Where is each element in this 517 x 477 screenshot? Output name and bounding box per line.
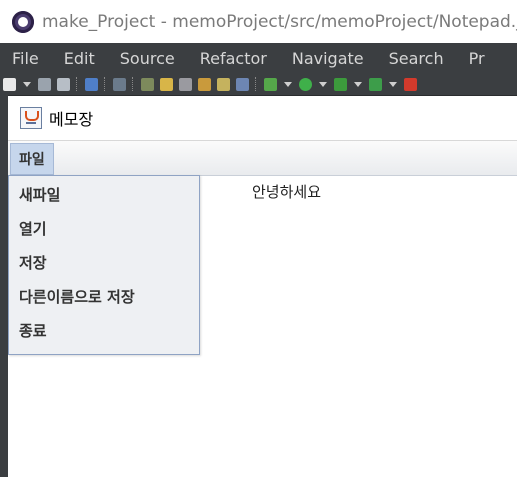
chevron-down-icon[interactable] bbox=[284, 81, 292, 87]
ide-menu-search[interactable]: Search bbox=[377, 49, 457, 68]
chevron-down-icon[interactable] bbox=[389, 81, 397, 87]
paragraph-icon[interactable] bbox=[236, 77, 249, 91]
toolbar-separator bbox=[255, 77, 258, 91]
chevron-down-icon[interactable] bbox=[319, 81, 327, 87]
menu-item-save[interactable]: 저장 bbox=[9, 246, 199, 280]
new-file-icon[interactable] bbox=[3, 77, 16, 91]
external-tools-icon[interactable] bbox=[369, 77, 382, 91]
terminal-icon[interactable] bbox=[85, 77, 98, 91]
people-icon[interactable] bbox=[179, 77, 192, 91]
stop-icon[interactable] bbox=[404, 77, 417, 91]
pen-icon[interactable] bbox=[160, 77, 173, 91]
menu-item-exit[interactable]: 종료 bbox=[9, 314, 199, 348]
menu-item-new-file[interactable]: 새파일 bbox=[9, 178, 199, 212]
ide-title-bar: make_Project - memoProject/src/memoProje… bbox=[0, 0, 517, 43]
ide-menu-bar: File Edit Source Refactor Navigate Searc… bbox=[0, 43, 517, 73]
file-menu-popup: 새파일 열기 저장 다른이름으로 저장 종료 bbox=[8, 175, 200, 355]
ide-menu-source[interactable]: Source bbox=[108, 49, 188, 68]
notepad-window-title: 메모장 bbox=[49, 110, 94, 129]
menu-item-save-as[interactable]: 다른이름으로 저장 bbox=[9, 280, 199, 314]
chevron-down-icon[interactable] bbox=[354, 81, 362, 87]
ide-window-title: make_Project - memoProject/src/memoProje… bbox=[42, 11, 517, 32]
toolbar-separator bbox=[104, 77, 107, 91]
chevron-down-icon[interactable] bbox=[23, 81, 31, 87]
java-class-icon[interactable] bbox=[141, 77, 154, 91]
toolbar-separator bbox=[132, 77, 135, 91]
eclipse-icon bbox=[12, 10, 34, 33]
open-type-icon[interactable] bbox=[198, 77, 211, 91]
ide-menu-file[interactable]: File bbox=[0, 49, 52, 68]
notepad-title-bar: 메모장 bbox=[8, 96, 517, 141]
text-area-content: 안녕하세요 bbox=[252, 183, 322, 201]
ide-menu-refactor[interactable]: Refactor bbox=[188, 49, 280, 68]
ide-toolbar bbox=[0, 73, 517, 96]
run-icon[interactable] bbox=[299, 77, 312, 91]
ide-menu-edit[interactable]: Edit bbox=[52, 49, 108, 68]
menu-file[interactable]: 파일 bbox=[10, 143, 54, 175]
ide-menu-project[interactable]: Pr bbox=[457, 49, 498, 68]
java-coffee-icon bbox=[20, 107, 42, 129]
skip-breakpoints-icon[interactable] bbox=[113, 77, 126, 91]
toolbar-separator bbox=[76, 77, 79, 91]
notepad-window: 메모장 파일 안녕하세요 새파일 열기 저장 다른이름으로 저장 종료 bbox=[8, 96, 517, 477]
document-icon[interactable] bbox=[217, 77, 230, 91]
save-all-icon[interactable] bbox=[57, 77, 70, 91]
notepad-menu-bar: 파일 bbox=[8, 141, 517, 176]
menu-item-open[interactable]: 열기 bbox=[9, 212, 199, 246]
save-icon[interactable] bbox=[38, 77, 51, 91]
workbench-left-border bbox=[0, 95, 8, 477]
ide-menu-navigate[interactable]: Navigate bbox=[280, 49, 377, 68]
bug-icon[interactable] bbox=[264, 77, 277, 91]
coverage-icon[interactable] bbox=[334, 77, 347, 91]
